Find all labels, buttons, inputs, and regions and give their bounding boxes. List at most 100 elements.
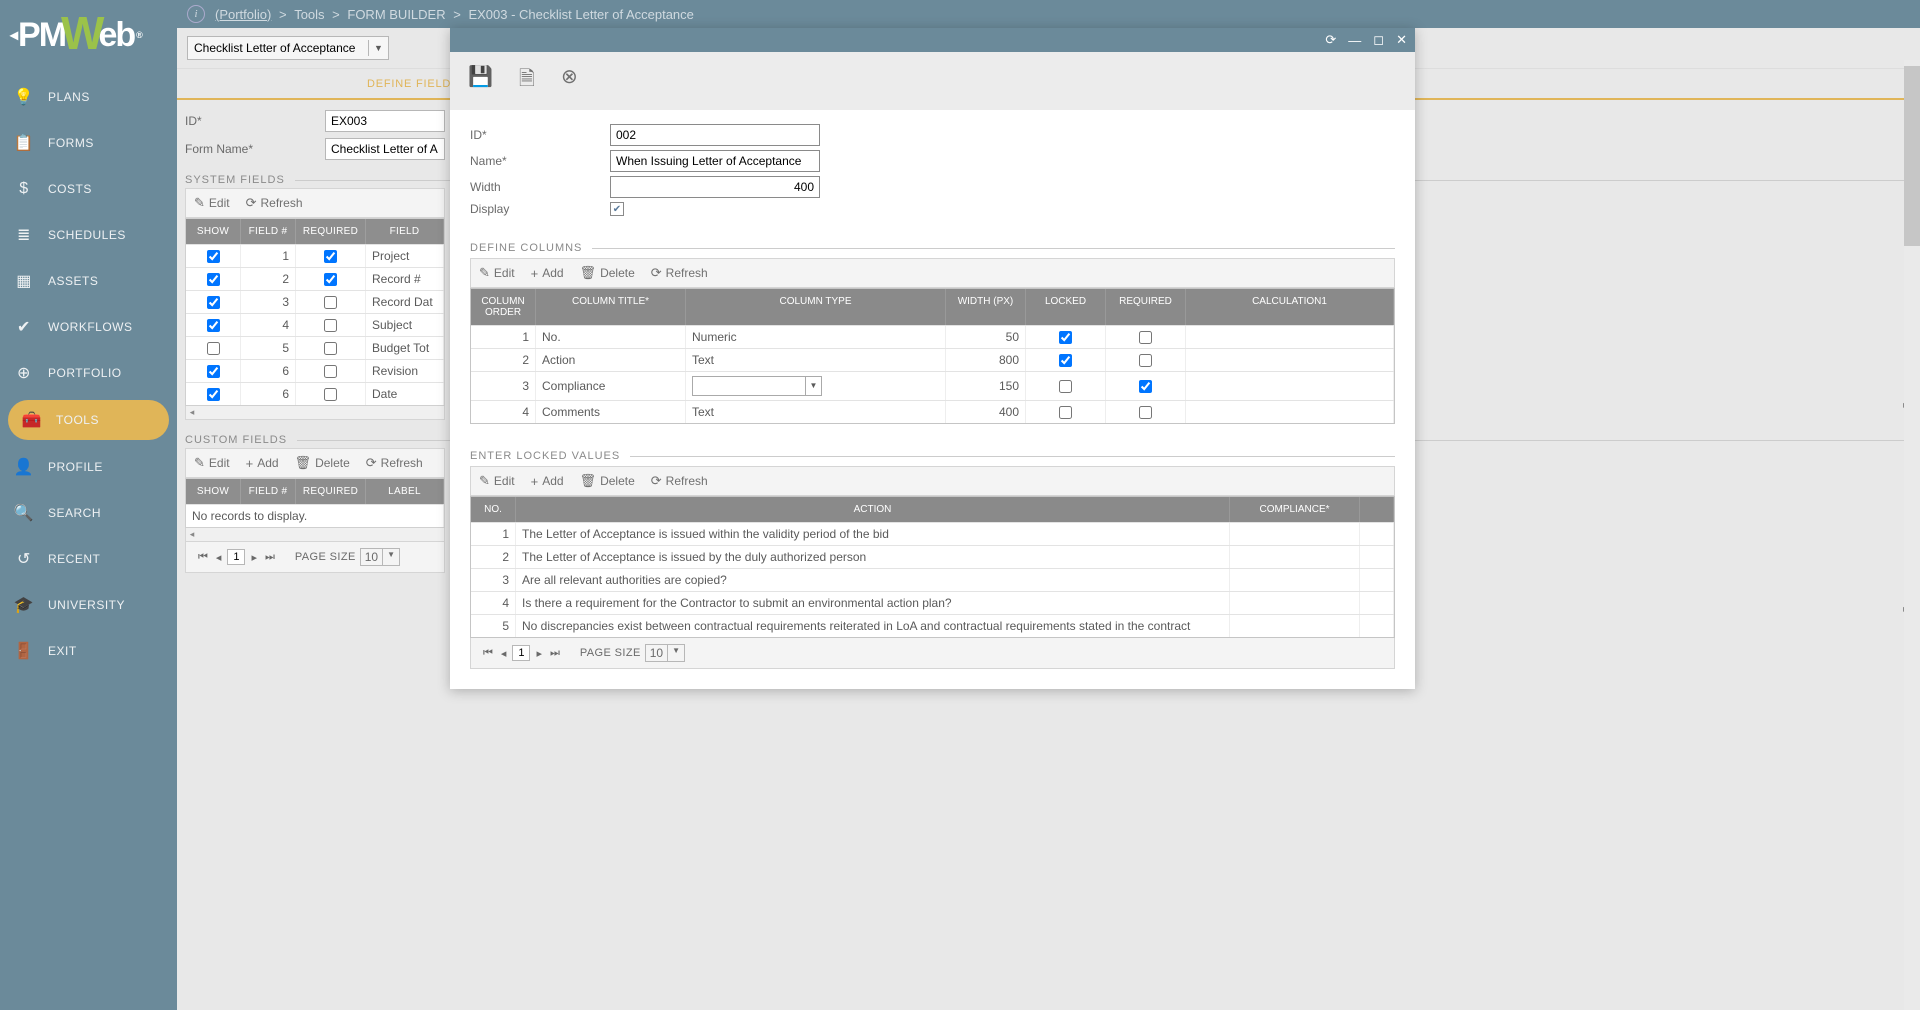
- required-checkbox[interactable]: [324, 250, 337, 263]
- sidebar-item-workflows[interactable]: ✔WORKFLOWS: [0, 304, 177, 350]
- m-id-input[interactable]: [610, 124, 820, 146]
- required-checkbox[interactable]: [324, 342, 337, 355]
- table-row[interactable]: 1Project: [186, 244, 444, 267]
- required-checkbox[interactable]: [1139, 354, 1152, 367]
- close-icon[interactable]: ✕: [1396, 32, 1407, 48]
- table-row[interactable]: 5Budget Tot: [186, 336, 444, 359]
- sidebar-item-search[interactable]: 🔍SEARCH: [0, 490, 177, 536]
- cust-add-button[interactable]: +Add: [246, 456, 279, 471]
- save-close-icon[interactable]: 🗎: [519, 64, 535, 98]
- sidebar-item-recent[interactable]: ↺RECENT: [0, 536, 177, 582]
- sidebar-item-university[interactable]: 🎓UNIVERSITY: [0, 582, 177, 628]
- table-row[interactable]: 5No discrepancies exist between contract…: [471, 614, 1394, 637]
- form-select-input[interactable]: [188, 37, 368, 59]
- required-checkbox[interactable]: [324, 319, 337, 332]
- required-checkbox[interactable]: [1139, 406, 1152, 419]
- locked-checkbox[interactable]: [1059, 354, 1072, 367]
- page-last-icon[interactable]: ⏭: [548, 647, 562, 660]
- required-checkbox[interactable]: [324, 365, 337, 378]
- locked-refresh-button[interactable]: ⟳Refresh: [651, 473, 708, 489]
- table-row[interactable]: 2The Letter of Acceptance is issued by t…: [471, 545, 1394, 568]
- show-checkbox[interactable]: [207, 296, 220, 309]
- refresh-icon[interactable]: ⟳: [1325, 32, 1336, 48]
- bg-id-input[interactable]: [325, 110, 445, 132]
- show-checkbox[interactable]: [207, 273, 220, 286]
- page-prev-icon[interactable]: ◂: [214, 551, 224, 564]
- cust-edit-button[interactable]: ✎Edit: [194, 455, 230, 471]
- crumb-formbuilder[interactable]: FORM BUILDER: [347, 7, 445, 22]
- system-hscroll[interactable]: ◂: [185, 406, 445, 420]
- table-row[interactable]: 4Is there a requirement for the Contract…: [471, 591, 1394, 614]
- bg-name-input[interactable]: [325, 138, 445, 160]
- show-checkbox[interactable]: [207, 319, 220, 332]
- sidebar-item-plans[interactable]: 💡PLANS: [0, 74, 177, 120]
- required-checkbox[interactable]: [324, 273, 337, 286]
- chevron-down-icon[interactable]: ▼: [368, 40, 388, 56]
- save-icon[interactable]: 💾: [468, 64, 493, 98]
- page-input[interactable]: [512, 645, 530, 661]
- page-next-icon[interactable]: ▸: [534, 647, 544, 660]
- sidebar-item-portfolio[interactable]: ⊕PORTFOLIO: [0, 350, 177, 396]
- crumb-portfolio[interactable]: (Portfolio): [215, 7, 271, 22]
- m-width-input[interactable]: [610, 176, 820, 198]
- required-checkbox[interactable]: [1139, 380, 1152, 393]
- crumb-tools[interactable]: Tools: [294, 7, 324, 22]
- form-select[interactable]: ▼: [187, 36, 389, 60]
- cols-edit-button[interactable]: ✎Edit: [479, 265, 515, 281]
- table-row[interactable]: 1No.Numeric50: [471, 325, 1394, 348]
- page-first-icon[interactable]: ⏮: [196, 551, 210, 564]
- sidebar-item-schedules[interactable]: ≣SCHEDULES: [0, 212, 177, 258]
- page-scrollbar[interactable]: [1904, 60, 1920, 1010]
- required-checkbox[interactable]: [324, 296, 337, 309]
- show-checkbox[interactable]: [207, 250, 220, 263]
- locked-checkbox[interactable]: [1059, 406, 1072, 419]
- table-row[interactable]: 2Record #: [186, 267, 444, 290]
- page-size-select[interactable]: 10▼: [645, 644, 685, 662]
- table-row[interactable]: 4CommentsText400: [471, 400, 1394, 423]
- m-name-input[interactable]: [610, 150, 820, 172]
- m-display-checkbox[interactable]: ✔: [610, 202, 624, 216]
- cancel-icon[interactable]: ⊗: [561, 64, 578, 98]
- table-row[interactable]: 6Date: [186, 382, 444, 405]
- page-input[interactable]: [227, 549, 245, 565]
- show-checkbox[interactable]: [207, 365, 220, 378]
- cols-add-button[interactable]: +Add: [531, 266, 564, 281]
- table-row[interactable]: 6Revision: [186, 359, 444, 382]
- table-row[interactable]: 3Are all relevant authorities are copied…: [471, 568, 1394, 591]
- type-combo[interactable]: ▼: [692, 376, 822, 396]
- minimize-icon[interactable]: —: [1348, 33, 1361, 48]
- sidebar-item-exit[interactable]: 🚪EXIT: [0, 628, 177, 674]
- cust-refresh-button[interactable]: ⟳Refresh: [366, 455, 423, 471]
- table-row[interactable]: 1The Letter of Acceptance is issued with…: [471, 522, 1394, 545]
- locked-checkbox[interactable]: [1059, 380, 1072, 393]
- page-first-icon[interactable]: ⏮: [481, 647, 495, 660]
- locked-delete-button[interactable]: 🗑Delete: [580, 473, 635, 489]
- page-last-icon[interactable]: ⏭: [263, 551, 277, 564]
- locked-add-button[interactable]: +Add: [531, 474, 564, 489]
- page-prev-icon[interactable]: ◂: [499, 647, 509, 660]
- cust-delete-button[interactable]: 🗑Delete: [295, 455, 350, 471]
- maximize-icon[interactable]: ◻: [1373, 32, 1384, 48]
- sys-refresh-button[interactable]: ⟳Refresh: [246, 195, 303, 211]
- info-icon[interactable]: i: [187, 5, 205, 23]
- page-size-select[interactable]: 10▼: [360, 548, 400, 566]
- sidebar-item-profile[interactable]: 👤PROFILE: [0, 444, 177, 490]
- sidebar-item-forms[interactable]: 📋FORMS: [0, 120, 177, 166]
- table-row[interactable]: 3Record Dat: [186, 290, 444, 313]
- table-row[interactable]: 3Compliance▼150: [471, 371, 1394, 400]
- required-checkbox[interactable]: [1139, 331, 1152, 344]
- table-row[interactable]: 2ActionText800: [471, 348, 1394, 371]
- sidebar-item-costs[interactable]: $COSTS: [0, 166, 177, 212]
- locked-edit-button[interactable]: ✎Edit: [479, 473, 515, 489]
- show-checkbox[interactable]: [207, 342, 220, 355]
- sidebar-item-assets[interactable]: ▦ASSETS: [0, 258, 177, 304]
- show-checkbox[interactable]: [207, 388, 220, 401]
- table-row[interactable]: 4Subject: [186, 313, 444, 336]
- cols-delete-button[interactable]: 🗑Delete: [580, 265, 635, 281]
- sidebar-item-tools[interactable]: 🧰TOOLS: [8, 400, 169, 440]
- locked-checkbox[interactable]: [1059, 331, 1072, 344]
- required-checkbox[interactable]: [324, 388, 337, 401]
- custom-hscroll[interactable]: ◂: [185, 528, 445, 542]
- page-next-icon[interactable]: ▸: [249, 551, 259, 564]
- cols-refresh-button[interactable]: ⟳Refresh: [651, 265, 708, 281]
